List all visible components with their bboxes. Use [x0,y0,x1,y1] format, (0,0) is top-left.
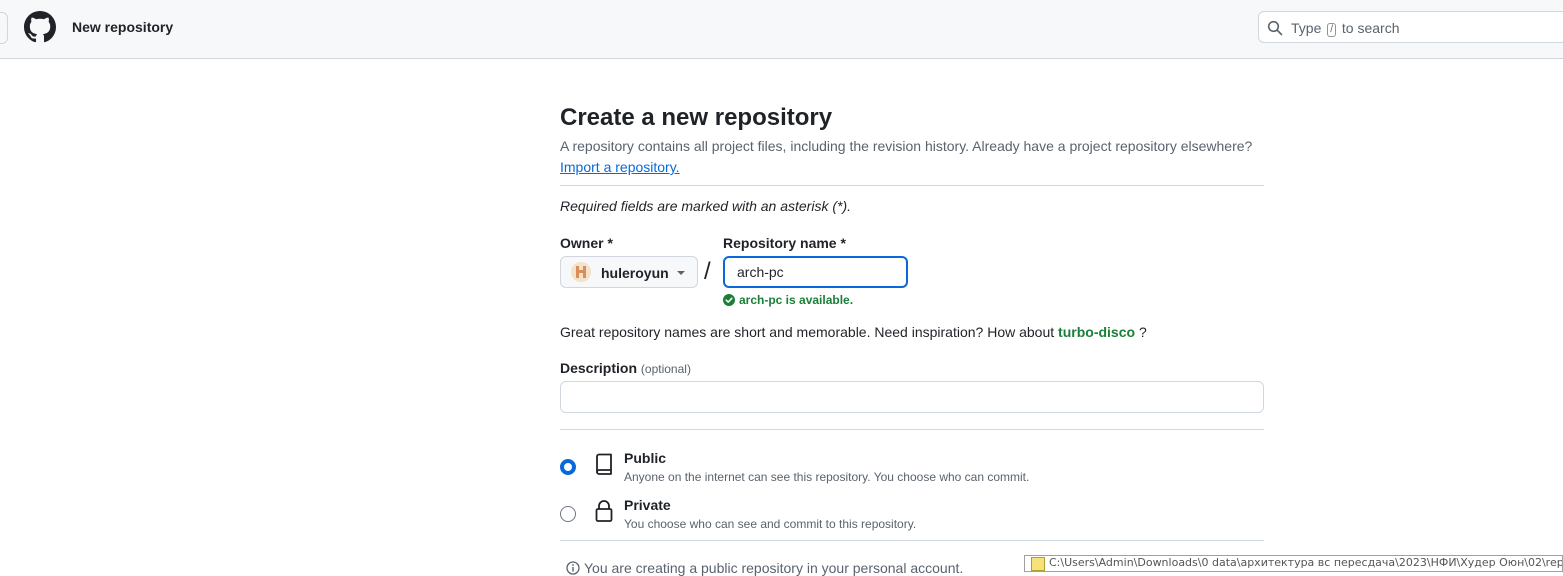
owner-select[interactable]: huleroyun [560,256,698,288]
search-icon [1267,20,1283,36]
description-input[interactable] [560,381,1264,413]
caret-down-icon [677,271,685,275]
suggested-name-button[interactable]: turbo-disco [1058,324,1135,340]
repository-name-input[interactable] [723,256,908,288]
name-inspiration: Great repository names are short and mem… [560,324,1147,340]
description-label: Description (optional) [560,360,691,376]
owner-name: huleroyun [601,265,669,281]
search-input[interactable]: Type / to search [1258,11,1563,43]
public-option-title: Public [624,450,667,466]
divider [560,540,1264,541]
notepad-icon [1031,557,1045,571]
repository-name-label: Repository name * [723,235,846,251]
public-option-description: Anyone on the internet can see this repo… [624,470,1030,484]
private-option-description: You choose who can see and commit to thi… [624,517,917,531]
availability-message: arch-pc is available. [723,293,853,307]
avatar [571,262,591,282]
repo-icon [596,453,612,475]
optional-hint: (optional) [640,362,691,376]
public-radio[interactable] [560,459,576,475]
search-shortcut-key: / [1327,23,1337,37]
app-header: New repository Type / to search [0,0,1563,59]
owner-repo-separator: / [704,258,711,285]
required-fields-note: Required fields are marked with an aster… [560,198,852,214]
menu-button[interactable] [0,12,8,44]
search-placeholder: Type / to search [1291,20,1400,37]
private-option-title: Private [624,497,671,513]
taskbar-tooltip: C:\Users\Admin\Downloads\0 data\архитект… [1024,555,1563,572]
page-description: A repository contains all project files,… [560,138,1253,154]
private-radio[interactable] [560,506,576,522]
import-repository-link[interactable]: Import a repository. [560,159,680,175]
page-header-title: New repository [72,19,174,35]
check-circle-icon [723,294,735,306]
divider [560,185,1264,186]
owner-label: Owner * [560,235,613,251]
divider [560,429,1264,430]
page-title: Create a new repository [560,104,833,131]
info-icon [566,561,580,575]
visibility-info-note: You are creating a public repository in … [566,560,963,576]
lock-icon [595,500,613,522]
github-logo-icon[interactable] [24,11,56,43]
